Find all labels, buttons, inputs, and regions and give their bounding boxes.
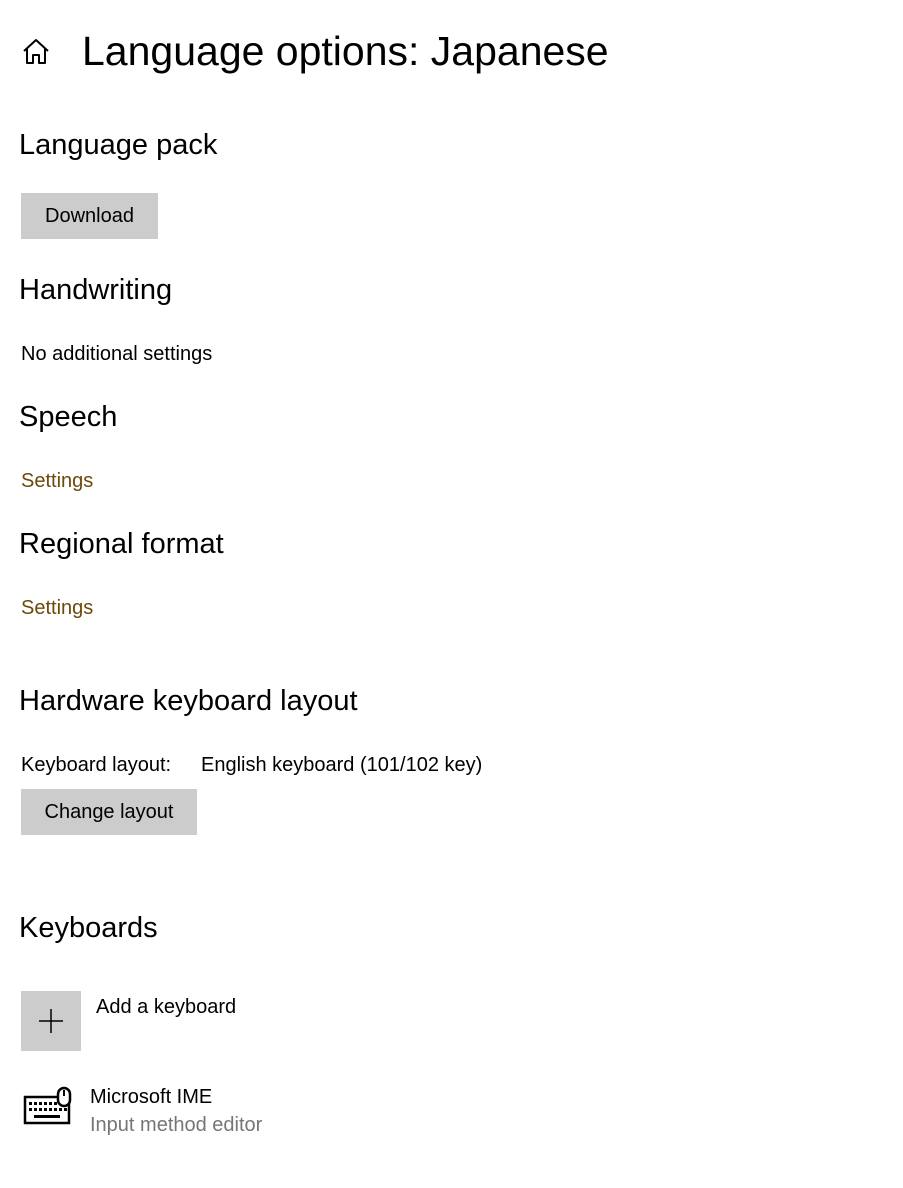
keyboard-layout-value: English keyboard (101/102 key) [201, 754, 483, 776]
keyboard-item-description: Input method editor [90, 1114, 263, 1136]
plus-icon [39, 1009, 63, 1033]
keyboards-heading: Keyboards [19, 912, 158, 944]
page-title: Language options: Japanese [82, 28, 609, 74]
language-pack-heading: Language pack [19, 129, 218, 161]
home-icon[interactable] [20, 36, 52, 68]
add-keyboard-button[interactable] [21, 991, 81, 1051]
handwriting-heading: Handwriting [19, 274, 173, 306]
speech-settings-link[interactable]: Settings [21, 468, 93, 494]
download-button[interactable]: Download [21, 193, 158, 239]
handwriting-note: No additional settings [21, 343, 213, 365]
hardware-keyboard-heading: Hardware keyboard layout [19, 685, 358, 717]
keyboard-icon [22, 1086, 74, 1126]
regional-format-heading: Regional format [19, 528, 224, 560]
keyboard-layout-label: Keyboard layout: [21, 754, 172, 776]
speech-heading: Speech [19, 401, 118, 433]
keyboard-item-name[interactable]: Microsoft IME [90, 1084, 212, 1110]
add-keyboard-label[interactable]: Add a keyboard [96, 994, 236, 1020]
regional-format-settings-link[interactable]: Settings [21, 595, 93, 621]
change-layout-button[interactable]: Change layout [21, 789, 197, 835]
